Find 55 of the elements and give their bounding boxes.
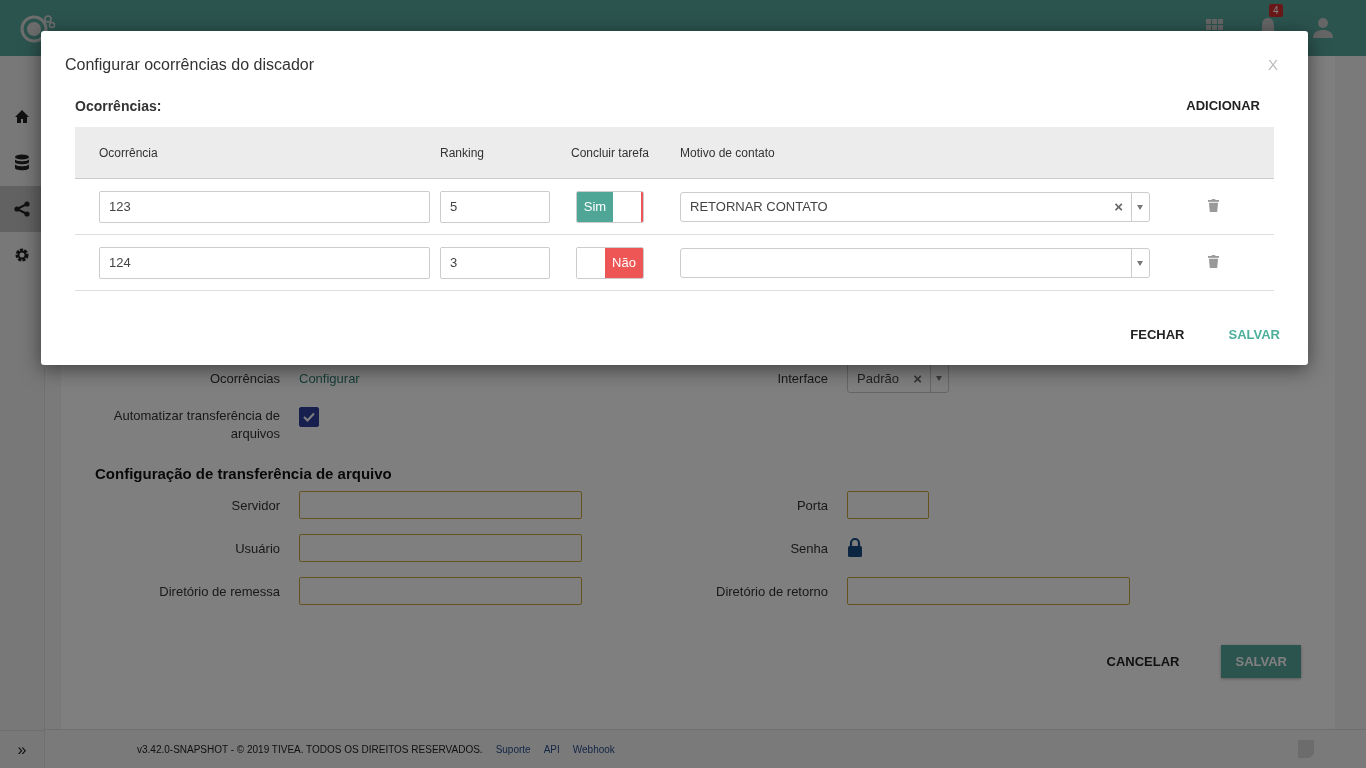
dialog-title: Configurar ocorrências do discador bbox=[65, 55, 314, 74]
dollar-coin-icon bbox=[20, 13, 56, 43]
close-button[interactable]: X bbox=[1262, 55, 1284, 74]
save-button[interactable]: SALVAR bbox=[1214, 321, 1294, 348]
field-label: Porta bbox=[795, 497, 828, 513]
input-field[interactable] bbox=[847, 577, 1130, 605]
trash-icon[interactable] bbox=[1208, 198, 1219, 212]
cancel-button[interactable]: CANCELAR bbox=[1092, 646, 1194, 677]
input-field[interactable] bbox=[299, 491, 582, 519]
interface-select[interactable]: Padrão × bbox=[847, 363, 949, 393]
share-icon bbox=[14, 201, 30, 217]
copyright-text: v3.42.0-SNAPSHOT - © 2019 TIVEA. TODOS OS DIREITOS RESERVADOS. bbox=[137, 743, 483, 755]
close-button[interactable]: FECHAR bbox=[1116, 321, 1199, 348]
save-button[interactable]: SALVAR bbox=[1221, 645, 1301, 678]
check-icon bbox=[303, 412, 315, 422]
toggle-switch[interactable]: Não bbox=[576, 246, 644, 279]
add-button[interactable]: ADICIONAR bbox=[1172, 92, 1274, 119]
column-header: Concluir tarefa bbox=[571, 145, 651, 160]
footer-link[interactable]: Webhook bbox=[572, 743, 615, 755]
trash-icon[interactable] bbox=[1208, 254, 1219, 268]
database-icon bbox=[14, 154, 30, 172]
reason-select[interactable]: RETORNAR CONTATO × bbox=[680, 191, 1150, 222]
toggle-switch[interactable]: Sim bbox=[576, 190, 644, 223]
checkbox[interactable] bbox=[299, 407, 319, 427]
input-field[interactable] bbox=[847, 491, 929, 519]
footer-link[interactable]: API bbox=[543, 743, 560, 755]
field-label: Ocorrências bbox=[208, 370, 280, 386]
field-label: Servidor bbox=[230, 497, 280, 513]
user-icon[interactable] bbox=[1312, 17, 1334, 39]
input-field[interactable] bbox=[299, 577, 582, 605]
input-field[interactable]: 124 bbox=[99, 246, 430, 279]
settings-icon bbox=[14, 247, 30, 263]
column-header: Ocorrência bbox=[99, 145, 159, 160]
field-label: Diretório de retorno bbox=[715, 583, 828, 599]
section-title: Configuração de transferência de arquivo bbox=[95, 465, 393, 482]
footer-link[interactable]: Suporte bbox=[495, 743, 531, 755]
input-field[interactable]: 3 bbox=[440, 246, 550, 279]
field-label: Automatizar transferência de arquivos bbox=[112, 407, 280, 443]
clear-icon[interactable]: × bbox=[1106, 198, 1131, 215]
input-field[interactable]: 123 bbox=[99, 190, 430, 223]
input-field[interactable]: 5 bbox=[440, 190, 550, 223]
input-field[interactable] bbox=[299, 534, 582, 562]
clear-icon[interactable]: × bbox=[905, 369, 930, 387]
section-title: Ocorrências: bbox=[75, 97, 162, 114]
reason-select[interactable] bbox=[680, 247, 1150, 278]
configure-link[interactable]: Configurar bbox=[299, 370, 360, 386]
home-icon bbox=[14, 109, 30, 125]
lock-icon[interactable] bbox=[847, 536, 863, 557]
field-label: Diretório de remessa bbox=[158, 583, 280, 599]
field-label: Interface bbox=[776, 370, 828, 386]
notification-badge: 4 bbox=[1269, 3, 1283, 17]
sidebar-item[interactable] bbox=[0, 186, 44, 232]
field-label: Senha bbox=[789, 540, 828, 556]
column-header: Motivo de contato bbox=[680, 145, 776, 160]
field-label: Usuário bbox=[234, 540, 280, 556]
